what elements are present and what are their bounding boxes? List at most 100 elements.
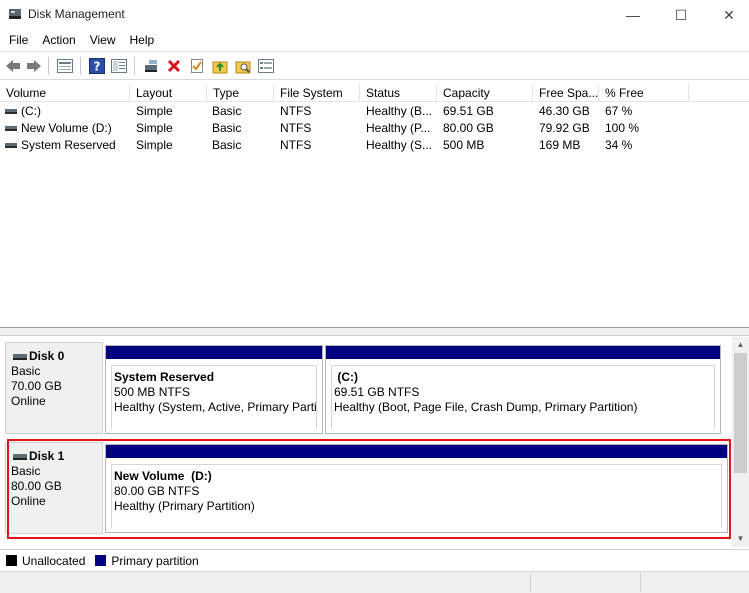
cell-percent-free: 34 % (605, 138, 633, 152)
properties-view-icon[interactable] (110, 57, 128, 75)
cell-status: Healthy (B... (366, 104, 433, 118)
cell-status: Healthy (P... (366, 121, 431, 135)
menu-file[interactable]: File (2, 30, 35, 51)
partition-name: (C:) (334, 370, 714, 385)
partition-name-text: (C:) (337, 370, 358, 384)
cell-free-space: 169 MB (539, 138, 581, 152)
menu-bar: File Action View Help (0, 30, 749, 51)
volume-list[interactable]: Volume Layout Type File System Status Ca… (0, 82, 749, 328)
scroll-down-arrow-icon[interactable]: ▼ (732, 531, 749, 547)
disk-1-highlight-box (7, 439, 731, 539)
toolbar-separator (48, 57, 49, 75)
folder-up-icon[interactable] (211, 57, 229, 75)
minimize-button[interactable]: — (610, 0, 656, 30)
volume-icon (5, 143, 17, 148)
legend-label: Unallocated (22, 553, 86, 568)
partition-details: System Reserved 500 MB NTFS Healthy (Sys… (111, 365, 317, 429)
scroll-up-arrow-icon[interactable]: ▲ (732, 337, 749, 353)
cell-file-system: NTFS (280, 138, 312, 152)
column-header-percent-free[interactable]: % Free (599, 84, 689, 102)
cell-file-system: NTFS (280, 121, 312, 135)
primary-partition-swatch (95, 555, 107, 566)
cell-volume: System Reserved (21, 138, 116, 152)
partition-status: Healthy (Boot, Page File, Crash Dump, Pr… (334, 400, 638, 414)
cell-free-space: 46.30 GB (539, 104, 590, 118)
table-row[interactable]: New Volume (D:) Simple Basic NTFS Health… (0, 120, 749, 137)
cell-free-space: 79.92 GB (539, 121, 590, 135)
legend-label: Primary partition (111, 553, 199, 568)
primary-partition-bar (326, 346, 720, 359)
forward-icon[interactable] (25, 57, 43, 75)
partition-name: System Reserved (114, 370, 215, 384)
cell-file-system: NTFS (280, 104, 312, 118)
toolbar-separator (80, 57, 81, 75)
legend-item-primary-partition: Primary partition (95, 553, 199, 568)
column-header-volume[interactable]: Volume (0, 84, 130, 102)
delete-icon[interactable] (165, 57, 183, 75)
search-folder-icon[interactable] (234, 57, 252, 75)
menu-action[interactable]: Action (35, 30, 82, 51)
maximize-button[interactable]: ☐ (658, 0, 704, 30)
partition-size: 69.51 GB NTFS (334, 385, 420, 399)
check-icon[interactable] (188, 57, 206, 75)
column-header-capacity[interactable]: Capacity (437, 84, 533, 102)
list-view-icon[interactable] (56, 57, 74, 75)
title-bar: Disk Management — ☐ ✕ (0, 0, 749, 30)
partition-c[interactable]: (C:) 69.51 GB NTFS Healthy (Boot, Page F… (325, 345, 721, 434)
menu-help[interactable]: Help (123, 30, 162, 51)
cell-status: Healthy (S... (366, 138, 433, 152)
column-header-type[interactable]: Type (207, 84, 274, 102)
disk-0-name: Disk 0 (29, 349, 65, 363)
partition-system-reserved[interactable]: System Reserved 500 MB NTFS Healthy (Sys… (105, 345, 323, 434)
cell-layout: Simple (136, 121, 173, 135)
connect-drive-icon[interactable] (142, 57, 160, 75)
disk-management-app-icon (9, 9, 21, 19)
partition-status: Healthy (System, Active, Primary Partit (114, 400, 317, 414)
table-row[interactable]: (C:) Simple Basic NTFS Healthy (B... 69.… (0, 103, 749, 120)
cell-capacity: 80.00 GB (443, 121, 494, 135)
pane-splitter[interactable] (0, 328, 749, 336)
status-bar (0, 571, 749, 593)
disk-0-size: 70.00 GB (11, 379, 62, 393)
cell-percent-free: 100 % (605, 121, 640, 135)
column-header-file-system[interactable]: File System (274, 84, 360, 102)
cell-volume: New Volume (D:) (21, 121, 112, 135)
partition-details: (C:) 69.51 GB NTFS Healthy (Boot, Page F… (331, 365, 715, 429)
column-header-free-space[interactable]: Free Spa... (533, 84, 599, 102)
disk-0-info[interactable]: Disk 0 Basic 70.00 GB Online (5, 342, 103, 434)
cell-type: Basic (212, 121, 242, 135)
cell-percent-free: 67 % (605, 104, 633, 118)
unallocated-swatch (6, 555, 17, 566)
menu-view[interactable]: View (83, 30, 123, 51)
settings-list-icon[interactable] (257, 57, 275, 75)
legend: Unallocated Primary partition (0, 549, 749, 571)
vertical-scrollbar[interactable]: ▲ ▼ (732, 337, 749, 547)
window-title: Disk Management (28, 7, 125, 21)
status-pane-divider (530, 574, 531, 592)
volume-icon (5, 109, 17, 114)
volume-icon (5, 126, 17, 131)
cell-type: Basic (212, 138, 242, 152)
disk-icon (13, 354, 27, 360)
disk-0-type: Basic (11, 364, 41, 378)
help-icon[interactable]: ? (88, 57, 106, 75)
cell-capacity: 500 MB (443, 138, 485, 152)
close-button[interactable]: ✕ (706, 0, 749, 30)
cell-type: Basic (212, 104, 242, 118)
scroll-thumb[interactable] (734, 353, 747, 473)
cell-layout: Simple (136, 138, 173, 152)
legend-item-unallocated: Unallocated (6, 554, 85, 568)
back-icon[interactable] (4, 57, 22, 75)
primary-partition-bar (106, 346, 322, 359)
cell-capacity: 69.51 GB (443, 104, 494, 118)
column-header-layout[interactable]: Layout (130, 84, 207, 102)
toolbar: ? (0, 51, 749, 80)
cell-volume: (C:) (21, 104, 41, 118)
svg-text:?: ? (94, 60, 101, 74)
column-header-status[interactable]: Status (360, 84, 437, 102)
status-pane-divider (640, 574, 641, 592)
disk-0-state: Online (11, 394, 46, 408)
cell-layout: Simple (136, 104, 173, 118)
table-row[interactable]: System Reserved Simple Basic NTFS Health… (0, 137, 749, 154)
partition-size: 500 MB NTFS (114, 385, 191, 399)
